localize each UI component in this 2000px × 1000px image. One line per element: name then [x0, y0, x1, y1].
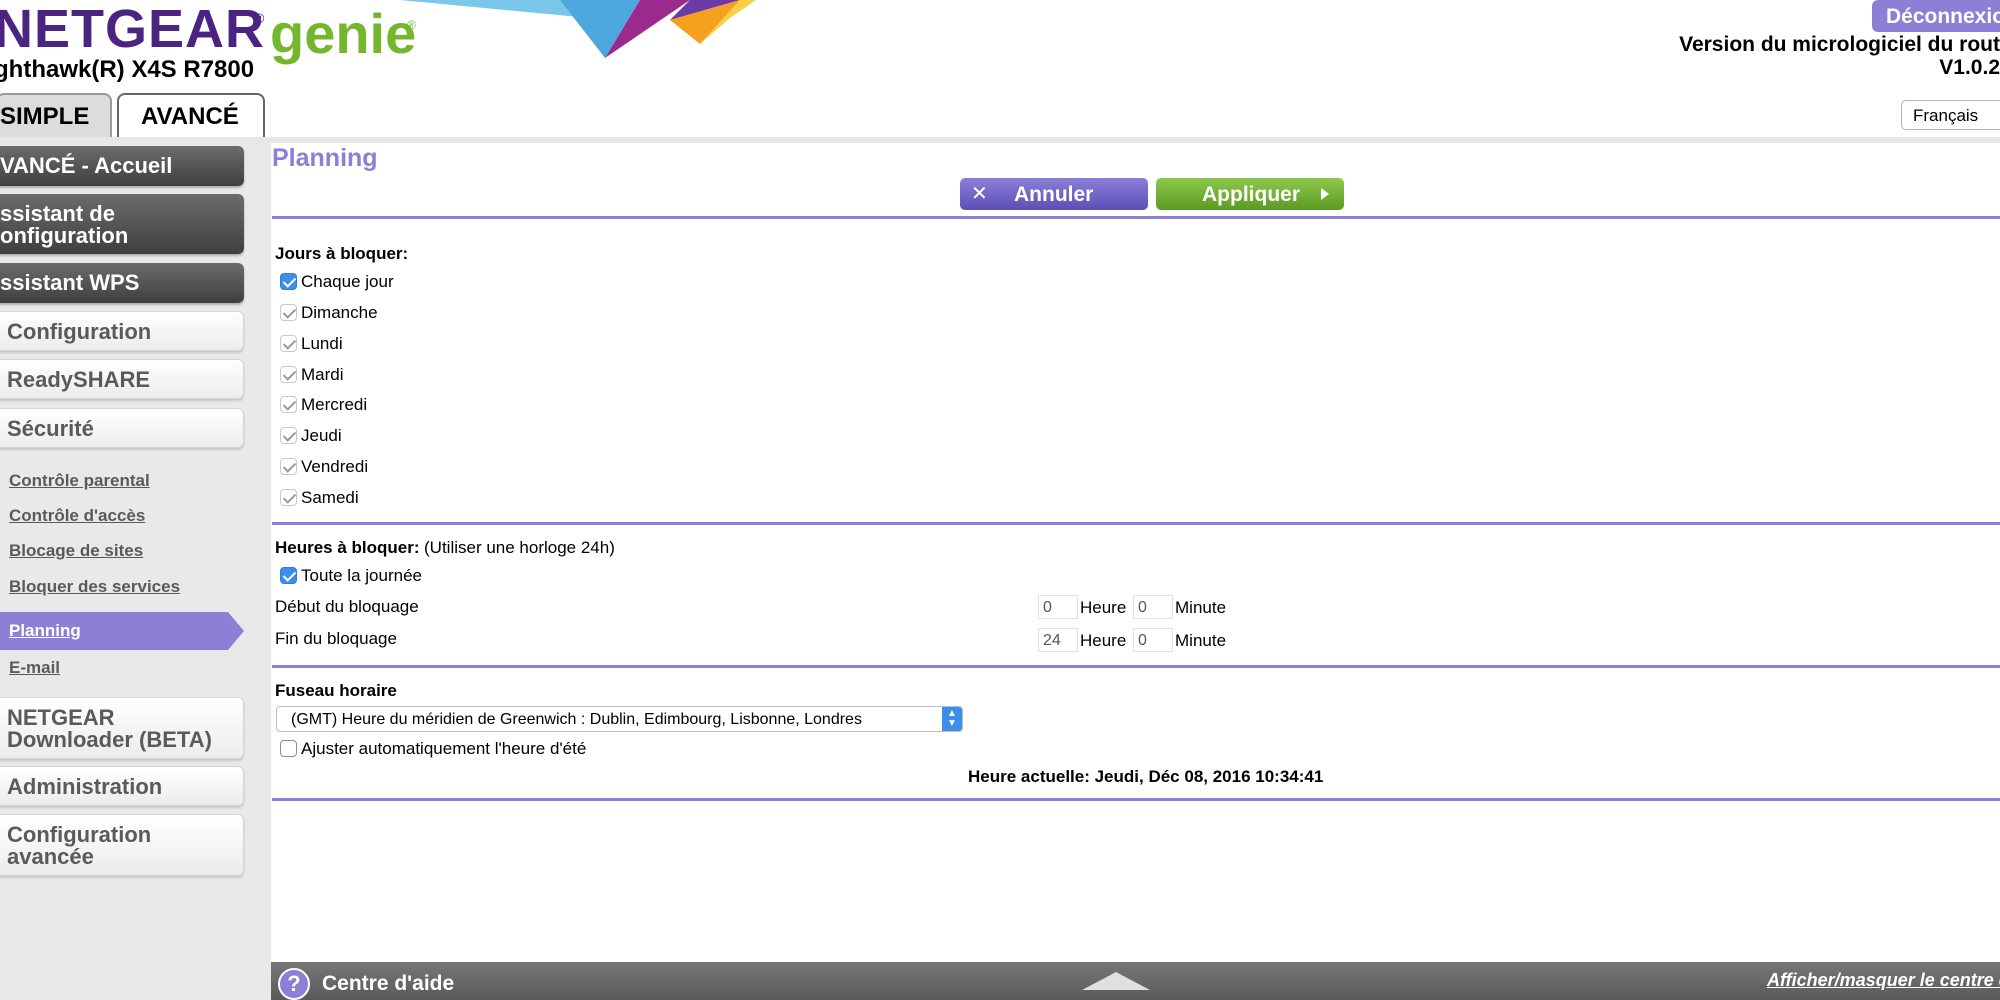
- sidebar-item-label: avancée: [7, 844, 94, 869]
- expand-up-icon[interactable]: [1082, 972, 1150, 990]
- minute-unit: Minute: [1175, 631, 1227, 650]
- all-day-checkbox[interactable]: [280, 567, 297, 584]
- hour-unit: Heure: [1080, 631, 1127, 650]
- sidebar-item-security[interactable]: Sécurité: [0, 408, 244, 448]
- sidebar-item-label: Sécurité: [7, 416, 94, 441]
- sidebar-item-label: Configuration: [7, 319, 152, 344]
- sidebar-item-wps-wizard[interactable]: ssistant WPS: [0, 263, 244, 303]
- tuesday-label: Mardi: [301, 365, 344, 384]
- saturday-label: Samedi: [301, 488, 359, 507]
- timezone-select[interactable]: (GMT) Heure du méridien de Greenwich : D…: [276, 706, 963, 732]
- monday-checkbox[interactable]: [280, 335, 297, 352]
- hours-heading: Heures à bloquer:: [275, 538, 420, 557]
- sidebar-link-planning[interactable]: Planning: [9, 621, 81, 641]
- help-center-label[interactable]: Centre d'aide: [322, 972, 454, 996]
- apply-button[interactable]: Appliquer: [1156, 178, 1344, 210]
- end-minute-input[interactable]: 0: [1133, 628, 1173, 652]
- hour-unit: Heure: [1080, 598, 1127, 617]
- all-day-label: Toute la journée: [301, 566, 422, 585]
- wednesday-label: Mercredi: [301, 395, 368, 414]
- dst-label: Ajuster automatiquement l'heure d'été: [301, 739, 587, 758]
- close-icon: ✕: [971, 183, 988, 205]
- sidebar-item-label: Downloader (BETA): [7, 727, 212, 752]
- sidebar-item-administration[interactable]: Administration: [0, 766, 244, 806]
- language-select[interactable]: Français: [1901, 100, 2000, 130]
- sidebar-link-block-services[interactable]: Bloquer des services: [9, 577, 180, 597]
- sidebar-link-email[interactable]: E-mail: [9, 658, 60, 678]
- sidebar-item-readyshare[interactable]: ReadySHARE: [0, 359, 244, 399]
- end-hour-input[interactable]: 24: [1038, 628, 1078, 652]
- sidebar-link-access-control[interactable]: Contrôle d'accès: [9, 506, 145, 526]
- section-divider: [272, 798, 2000, 801]
- sidebar-item-label: ssistant de: [0, 201, 115, 226]
- sidebar-item-advanced-home[interactable]: VANCÉ - Accueil: [0, 146, 244, 186]
- sidebar-item-label: NETGEAR: [7, 705, 115, 730]
- tuesday-checkbox[interactable]: [280, 366, 297, 383]
- monday-label: Lundi: [301, 334, 343, 353]
- play-arrow-icon: [1321, 188, 1329, 200]
- thursday-checkbox[interactable]: [280, 427, 297, 444]
- sidebar-item-label: onfiguration: [0, 223, 129, 248]
- logout-button[interactable]: Déconnexio: [1872, 0, 2000, 32]
- friday-checkbox[interactable]: [280, 458, 297, 475]
- sunday-label: Dimanche: [301, 303, 378, 322]
- days-heading: Jours à bloquer:: [275, 244, 409, 263]
- select-arrows-icon: ▲ ▼: [942, 707, 962, 731]
- section-divider: [272, 216, 2000, 219]
- every-day-checkbox[interactable]: [280, 273, 297, 290]
- tab-simple[interactable]: SIMPLE: [0, 93, 112, 137]
- start-minute-input[interactable]: 0: [1133, 595, 1173, 619]
- every-day-label: Chaque jour: [301, 272, 394, 291]
- section-divider: [272, 665, 2000, 668]
- sidebar-item-netgear-downloader[interactable]: NETGEAR Downloader (BETA): [0, 697, 244, 759]
- end-label: Fin du bloquage: [275, 629, 397, 648]
- router-model: ghthawk(R) X4S R7800: [0, 56, 255, 83]
- sidebar-item-setup-wizard[interactable]: ssistant de onfiguration: [0, 194, 244, 254]
- hours-hint: (Utiliser une horloge 24h): [424, 538, 615, 557]
- sidebar-link-block-sites[interactable]: Blocage de sites: [9, 541, 143, 561]
- sidebar-item-label: Configuration: [7, 822, 152, 847]
- netgear-registered-mark: ®: [254, 10, 265, 26]
- sidebar-item-label: VANCÉ - Accueil: [0, 153, 173, 178]
- tab-divider: [0, 137, 2000, 143]
- netgear-logo: NETGEAR: [0, 0, 266, 59]
- firmware-version: V1.0.2: [1939, 56, 2000, 79]
- genie-logo: genie: [270, 2, 417, 65]
- current-time: Heure actuelle: Jeudi, Déc 08, 2016 10:3…: [968, 767, 1324, 786]
- header-graphic: [400, 0, 756, 58]
- cancel-button[interactable]: Annuler: [960, 178, 1148, 210]
- minute-unit: Minute: [1175, 598, 1227, 617]
- tab-advanced[interactable]: AVANCÉ: [117, 93, 265, 139]
- thursday-label: Jeudi: [301, 426, 342, 445]
- sidebar-item-label: ReadySHARE: [7, 367, 151, 392]
- timezone-heading: Fuseau horaire: [275, 681, 397, 700]
- sidebar-item-label: ssistant WPS: [0, 270, 140, 295]
- toggle-help-center-link[interactable]: Afficher/masquer le centre d'a: [1767, 970, 2000, 991]
- help-icon[interactable]: ?: [278, 968, 310, 1000]
- start-label: Début du bloquage: [275, 597, 419, 616]
- sidebar-item-advanced-configuration[interactable]: Configuration avancée: [0, 814, 244, 876]
- sunday-checkbox[interactable]: [280, 304, 297, 321]
- saturday-checkbox[interactable]: [280, 489, 297, 506]
- sidebar-item-label: Administration: [7, 774, 163, 799]
- section-divider: [272, 522, 2000, 525]
- wednesday-checkbox[interactable]: [280, 396, 297, 413]
- sidebar-link-parental-control[interactable]: Contrôle parental: [9, 471, 150, 491]
- friday-label: Vendredi: [301, 457, 369, 476]
- page-title: Planning: [272, 144, 378, 172]
- firmware-label: Version du micrologiciel du rout: [1679, 33, 2000, 56]
- dst-checkbox[interactable]: [280, 740, 297, 757]
- start-hour-input[interactable]: 0: [1038, 595, 1078, 619]
- sidebar-item-configuration[interactable]: Configuration: [0, 311, 244, 351]
